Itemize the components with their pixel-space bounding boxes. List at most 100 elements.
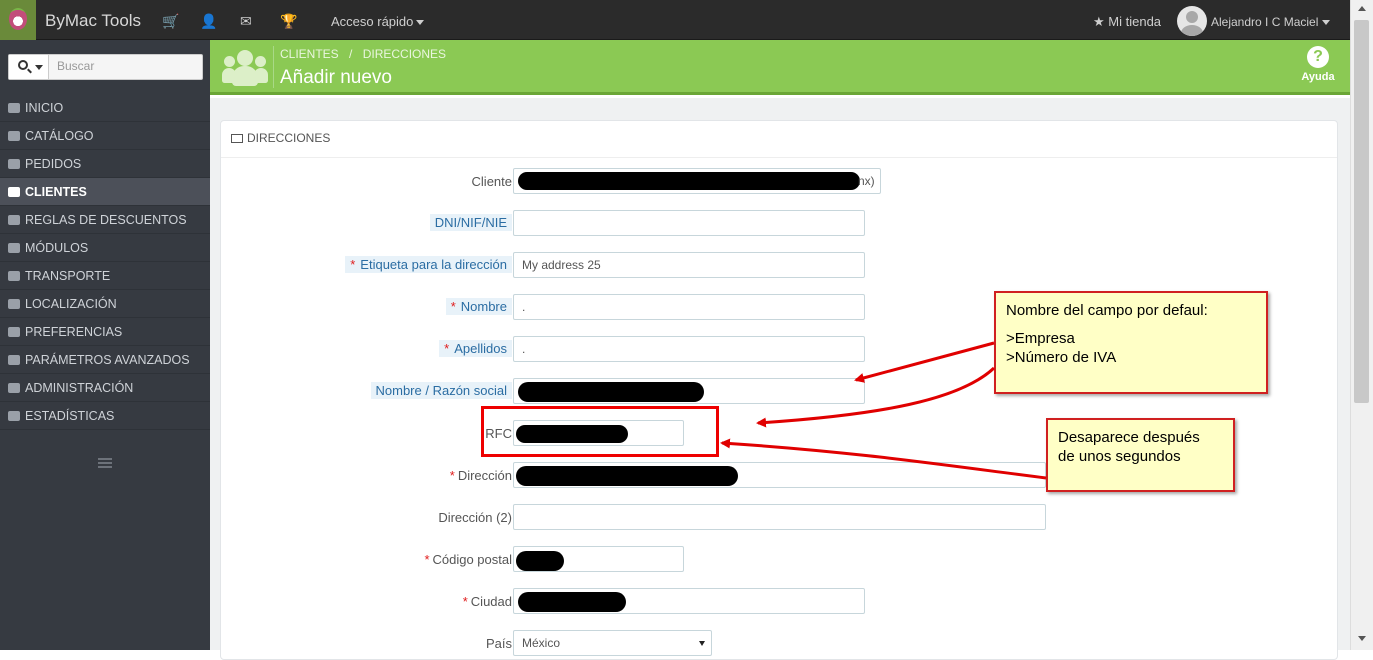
field-label-ciudad-text: Ciudad bbox=[470, 594, 512, 609]
envelope-icon bbox=[231, 134, 243, 143]
bar-chart-icon bbox=[8, 411, 20, 421]
callout-title: Nombre del campo por defaul: bbox=[1006, 302, 1208, 319]
logo-icon bbox=[9, 8, 27, 30]
field-label-apellidos: * Apellidos bbox=[439, 340, 512, 357]
field-label-nombre: * Nombre bbox=[445, 298, 512, 315]
company-input[interactable] bbox=[513, 378, 865, 404]
sidebar: Buscar INICIO CATÁLOGO PEDIDOS CLIENTES … bbox=[0, 40, 210, 650]
alias-input[interactable]: My address 25 bbox=[513, 252, 865, 278]
sidebar-item-modulos[interactable]: MÓDULOS bbox=[0, 234, 210, 262]
field-label-nombre-text: Nombre bbox=[460, 299, 507, 314]
search-input[interactable]: Buscar bbox=[57, 59, 94, 73]
chevron-down-icon bbox=[1322, 20, 1331, 26]
page-title: Añadir nuevo bbox=[280, 67, 392, 88]
field-label-pais: País bbox=[485, 636, 512, 651]
sidebar-item-reglas-descuentos[interactable]: REGLAS DE DESCUENTOS bbox=[0, 206, 210, 234]
city-input[interactable] bbox=[513, 588, 865, 614]
puzzle-icon bbox=[8, 243, 20, 253]
required-marker: * bbox=[449, 468, 455, 483]
page-scrollbar[interactable] bbox=[1350, 0, 1373, 650]
field-row-codigo-postal: * Código postal bbox=[220, 546, 1320, 574]
field-label-direccion-text: Dirección bbox=[457, 468, 512, 483]
required-marker: * bbox=[444, 341, 450, 356]
cogs-icon bbox=[8, 355, 20, 365]
sidebar-item-catalogo[interactable]: CATÁLOGO bbox=[0, 122, 210, 150]
cart-icon[interactable]: 🛒 bbox=[162, 13, 179, 30]
lastname-input[interactable]: . bbox=[513, 336, 865, 362]
cog-icon bbox=[8, 383, 20, 393]
user-menu[interactable]: Alejandro I C Maciel bbox=[1211, 15, 1331, 29]
sidebar-item-clientes[interactable]: CLIENTES bbox=[0, 178, 210, 206]
required-marker: * bbox=[450, 299, 456, 314]
redacted-value bbox=[518, 172, 860, 190]
wrench-icon bbox=[8, 327, 20, 337]
required-marker: * bbox=[350, 257, 356, 272]
chevron-down-icon bbox=[35, 65, 43, 70]
required-marker: * bbox=[462, 594, 468, 609]
redacted-value bbox=[518, 382, 704, 402]
search-type-button[interactable] bbox=[9, 55, 49, 79]
avatar[interactable] bbox=[1177, 6, 1207, 36]
book-icon bbox=[8, 131, 20, 141]
sidebar-menu: INICIO CATÁLOGO PEDIDOS CLIENTES REGLAS … bbox=[0, 94, 210, 430]
field-row-alias: * Etiqueta para la dirección My address 2… bbox=[220, 252, 1320, 280]
customer-value-suffix: nx) bbox=[858, 174, 875, 188]
trophy-icon[interactable]: 🏆 bbox=[280, 13, 297, 30]
breadcrumb-direcciones[interactable]: DIRECCIONES bbox=[363, 47, 446, 61]
scroll-down-icon[interactable] bbox=[1358, 636, 1366, 641]
app-brand[interactable]: ByMac Tools bbox=[45, 11, 141, 31]
sidebar-item-inicio[interactable]: INICIO bbox=[0, 94, 210, 122]
app-logo[interactable] bbox=[0, 0, 36, 40]
sidebar-item-parametros-avanzados[interactable]: PARÁMETROS AVANZADOS bbox=[0, 346, 210, 374]
envelope-icon[interactable]: ✉ bbox=[240, 13, 252, 30]
customer-input[interactable]: nx) bbox=[513, 168, 881, 194]
user-icon[interactable]: 👤 bbox=[200, 13, 217, 30]
field-row-dni: DNI/NIF/NIE bbox=[220, 210, 1320, 238]
country-value: México bbox=[522, 636, 561, 650]
callout-line-iva: >Número de IVA bbox=[1006, 349, 1117, 366]
credit-card-icon bbox=[8, 159, 20, 169]
help-button[interactable]: ? Ayuda bbox=[1298, 46, 1338, 83]
annotation-callout-default-field: Nombre del campo por defaul: >Empresa >N… bbox=[994, 291, 1268, 394]
chevron-down-icon bbox=[416, 20, 425, 26]
sidebar-item-localizacion[interactable]: LOCALIZACIÓN bbox=[0, 290, 210, 318]
country-select[interactable]: México bbox=[513, 630, 712, 656]
sidebar-search: Buscar bbox=[8, 54, 203, 80]
field-label-alias: * Etiqueta para la dirección bbox=[345, 256, 512, 273]
field-label-apellidos-text: Apellidos bbox=[454, 341, 507, 356]
truck-icon bbox=[8, 271, 20, 281]
panel-title: DIRECCIONES bbox=[247, 131, 331, 145]
field-label-cp-text: Código postal bbox=[432, 552, 513, 567]
field-label-razon-social: Nombre / Razón social bbox=[370, 382, 512, 399]
field-row-direccion2: Dirección (2) bbox=[220, 504, 1320, 532]
breadcrumb-separator: / bbox=[349, 47, 353, 61]
sidebar-item-transporte[interactable]: TRANSPORTE bbox=[0, 262, 210, 290]
dashboard-icon bbox=[8, 103, 20, 113]
globe-icon bbox=[8, 299, 20, 309]
panel-divider bbox=[221, 157, 1337, 158]
user-name: Alejandro I C Maciel bbox=[1211, 15, 1319, 29]
callout-line-1: Desaparece después bbox=[1058, 429, 1200, 446]
quick-access-label: Acceso rápido bbox=[331, 14, 414, 29]
scroll-thumb[interactable] bbox=[1354, 20, 1369, 403]
search-icon bbox=[18, 60, 28, 70]
address2-input[interactable] bbox=[513, 504, 1046, 530]
sidebar-item-administracion[interactable]: ADMINISTRACIÓN bbox=[0, 374, 210, 402]
top-navbar: ByMac Tools 🛒 👤 ✉ 🏆 Acceso rápido ★ Mi t… bbox=[0, 0, 1373, 40]
my-store-label: Mi tienda bbox=[1108, 14, 1162, 29]
breadcrumb: CLIENTES / DIRECCIONES bbox=[280, 47, 446, 61]
sidebar-item-estadisticas[interactable]: ESTADÍSTICAS bbox=[0, 402, 210, 430]
sidebar-item-pedidos[interactable]: PEDIDOS bbox=[0, 150, 210, 178]
field-row-ciudad: * Ciudad bbox=[220, 588, 1320, 616]
collapse-menu-icon[interactable] bbox=[98, 458, 112, 468]
my-store-link[interactable]: ★ Mi tienda bbox=[1093, 14, 1161, 30]
scroll-up-icon[interactable] bbox=[1358, 6, 1366, 11]
firstname-input[interactable]: . bbox=[513, 294, 865, 320]
quick-access-dropdown[interactable]: Acceso rápido bbox=[331, 14, 425, 29]
address-input[interactable] bbox=[513, 462, 1046, 488]
breadcrumb-clientes[interactable]: CLIENTES bbox=[280, 47, 339, 61]
sidebar-item-preferencias[interactable]: PREFERENCIAS bbox=[0, 318, 210, 346]
page-header: CLIENTES / DIRECCIONES Añadir nuevo ? Ay… bbox=[210, 40, 1350, 95]
dni-input[interactable] bbox=[513, 210, 865, 236]
postcode-input[interactable] bbox=[513, 546, 684, 572]
